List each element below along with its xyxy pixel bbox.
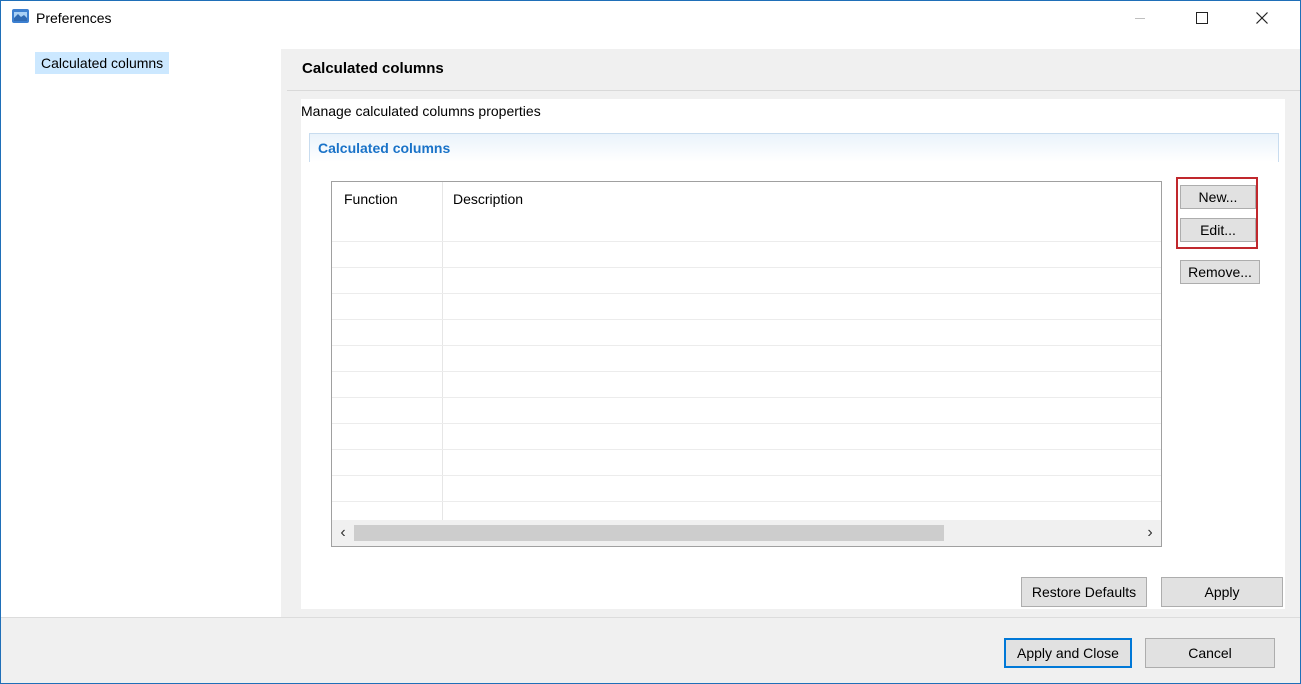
row-divider — [332, 397, 1161, 398]
row-divider — [332, 267, 1161, 268]
row-divider — [332, 501, 1161, 502]
scroll-left-arrow-icon[interactable]: ‹ — [332, 520, 354, 546]
row-divider — [332, 345, 1161, 346]
column-header-function[interactable]: Function — [344, 191, 398, 207]
edit-button[interactable]: Edit... — [1180, 218, 1256, 242]
page-description: Manage calculated columns properties — [301, 103, 541, 119]
new-button[interactable]: New... — [1180, 185, 1256, 209]
dialog-footer: Apply and Close Cancel — [1, 617, 1300, 683]
row-divider — [332, 241, 1161, 242]
preferences-window: Preferences Calculated columns Calculate… — [0, 0, 1301, 684]
row-divider — [332, 475, 1161, 476]
preference-tree: Calculated columns — [1, 35, 281, 617]
minimize-button[interactable] — [1117, 1, 1163, 35]
page-header: Calculated columns — [287, 49, 1300, 91]
calculated-columns-table[interactable]: Function Description ‹ › — [331, 181, 1162, 547]
section-title: Calculated columns — [318, 140, 451, 156]
row-divider — [332, 423, 1161, 424]
row-divider — [332, 319, 1161, 320]
row-divider — [332, 371, 1161, 372]
restore-defaults-button[interactable]: Restore Defaults — [1021, 577, 1147, 607]
window-title: Preferences — [36, 10, 112, 26]
page-body: Manage calculated columns properties Cal… — [287, 91, 1300, 617]
tree-item-calculated-columns[interactable]: Calculated columns — [35, 52, 170, 74]
scroll-right-arrow-icon[interactable]: › — [1139, 520, 1161, 546]
column-header-description[interactable]: Description — [453, 191, 523, 207]
remove-button[interactable]: Remove... — [1180, 260, 1260, 284]
apply-label: Apply — [1204, 584, 1240, 600]
page-content: Manage calculated columns properties Cal… — [301, 99, 1285, 609]
section-header: Calculated columns — [309, 133, 1279, 162]
restore-defaults-label: Restore Defaults — [1031, 584, 1137, 600]
row-divider — [332, 293, 1161, 294]
cancel-button[interactable]: Cancel — [1145, 638, 1275, 668]
title-bar: Preferences — [1, 1, 1300, 35]
page-title: Calculated columns — [302, 60, 444, 77]
column-separator — [442, 182, 443, 520]
horizontal-scrollbar[interactable]: ‹ › — [332, 520, 1161, 546]
apply-and-close-button[interactable]: Apply and Close — [1004, 638, 1132, 668]
apply-button[interactable]: Apply — [1161, 577, 1283, 607]
close-icon — [1256, 12, 1268, 24]
scrollbar-thumb[interactable] — [354, 525, 944, 541]
maximize-button[interactable] — [1179, 1, 1225, 35]
row-divider — [332, 449, 1161, 450]
close-button[interactable] — [1239, 1, 1285, 35]
preferences-app-icon — [12, 9, 29, 23]
